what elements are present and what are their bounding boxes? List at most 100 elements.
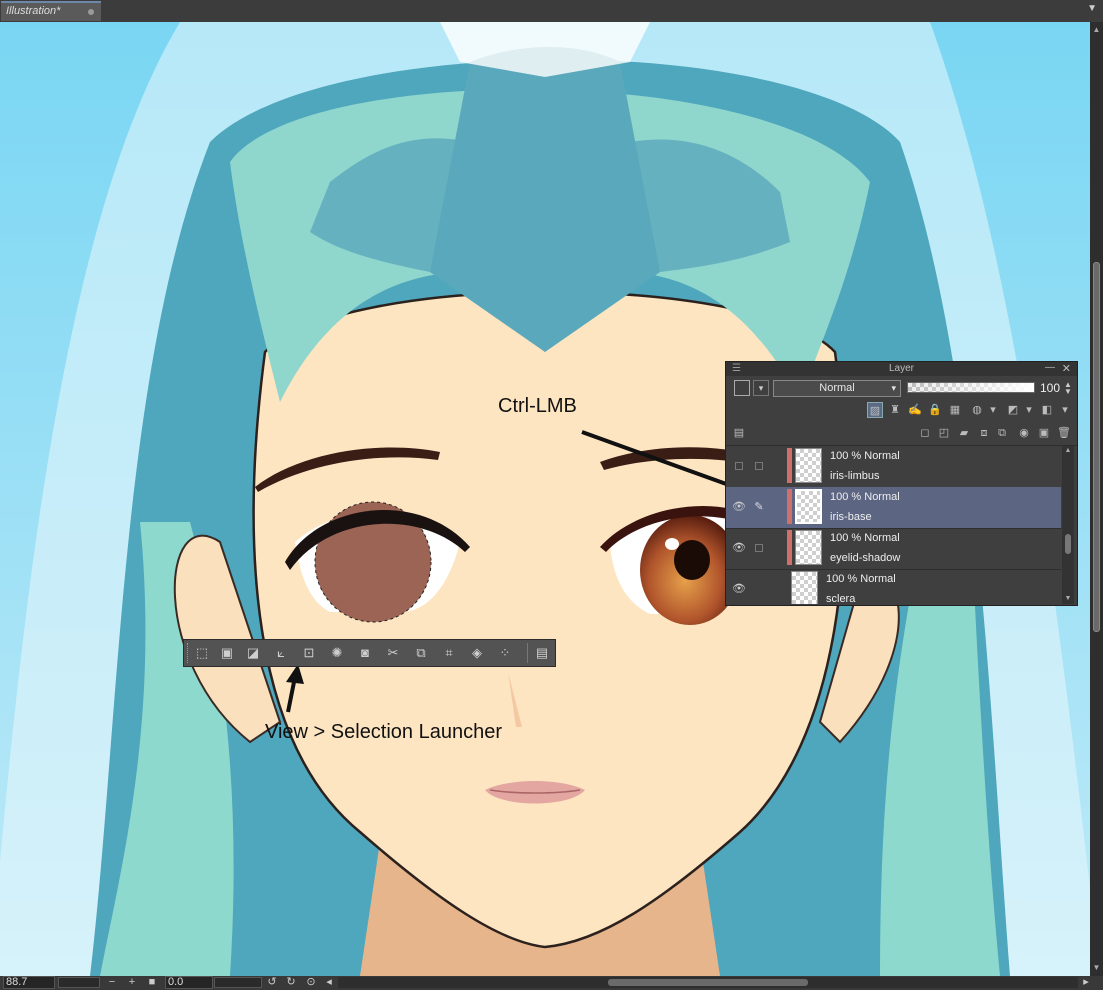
layer-row-iris-limbus[interactable]: 100 % Normal iris-limbus bbox=[726, 446, 1061, 488]
ctrl-lmb-annotation: Ctrl-LMB bbox=[498, 395, 577, 417]
crop-icon[interactable]: ⌗ bbox=[438, 643, 460, 663]
zoom-slider[interactable] bbox=[58, 977, 100, 988]
pencil-icon[interactable]: ✎ bbox=[753, 500, 765, 514]
chevron-down-icon[interactable]: ▾ bbox=[985, 402, 1001, 418]
rotate-right-icon[interactable]: ↻ bbox=[285, 976, 297, 989]
deselect-icon[interactable]: ⬚ bbox=[191, 643, 213, 663]
merge-down-icon[interactable]: ⧉ bbox=[994, 425, 1010, 441]
canvas-vertical-scrollbar[interactable]: ▲ ▼ bbox=[1090, 22, 1103, 976]
convert-to-selection-layer-icon[interactable]: ✺ bbox=[326, 643, 348, 663]
scroll-up-icon[interactable]: ▲ bbox=[1062, 446, 1074, 456]
new-folder-icon[interactable]: ▰ bbox=[956, 425, 972, 441]
layer-name: eyelid-shadow bbox=[830, 552, 901, 564]
edit-toggle[interactable] bbox=[755, 462, 763, 470]
status-bar: 88.7 − + ■ 0.0 ↺ ↻ ⊙ ◂ ▸ bbox=[0, 976, 1103, 990]
document-tab-title: Illustration* bbox=[6, 5, 61, 17]
border-selection-icon[interactable]: ◙ bbox=[354, 643, 376, 663]
zoom-out-icon[interactable]: − bbox=[106, 976, 118, 989]
chevron-down-icon[interactable]: ▾ bbox=[1057, 402, 1073, 418]
screentone-icon[interactable]: ⁘ bbox=[494, 643, 516, 663]
layer-row-eyelid-shadow[interactable]: 👁 100 % Normal eyelid-shadow bbox=[726, 528, 1061, 570]
window-menu-icon[interactable]: ▼ bbox=[1087, 3, 1097, 14]
layer-mode: 100 % Normal bbox=[830, 450, 900, 462]
layer-action-toolbar: ▤ ◻ ◰ ▰ ⧈ ⧉ ◉ ▣ 🗑 bbox=[726, 423, 1077, 446]
lock-icon[interactable]: 🔒 bbox=[927, 402, 943, 418]
launcher-settings-icon[interactable]: ▤ bbox=[531, 643, 553, 663]
copy-paste-icon[interactable]: ⧉ bbox=[410, 643, 432, 663]
layer-settings-icon[interactable]: ▤ bbox=[731, 425, 747, 441]
layer-row-iris-base[interactable]: 👁 ✎ 100 % Normal iris-base bbox=[726, 487, 1061, 529]
reference-layer-icon[interactable]: ♜ bbox=[887, 402, 903, 418]
new-raster-layer-icon[interactable]: ◻ bbox=[917, 425, 933, 441]
clipping-indicator bbox=[787, 530, 792, 565]
rotation-field[interactable]: 0.0 bbox=[165, 976, 213, 989]
expand-selection-icon[interactable]: ◪ bbox=[242, 643, 264, 663]
delete-layer-icon[interactable]: 🗑 bbox=[1056, 425, 1072, 441]
layer-mode: 100 % Normal bbox=[826, 573, 896, 585]
chevron-down-icon[interactable]: ▾ bbox=[753, 380, 769, 396]
zoom-in-icon[interactable]: + bbox=[126, 976, 138, 989]
zoom-field[interactable]: 88.7 bbox=[3, 976, 55, 989]
layer-panel-title: Layer bbox=[726, 362, 1077, 376]
scroll-right-icon[interactable]: ▸ bbox=[1080, 976, 1092, 989]
scroll-down-icon[interactable]: ▼ bbox=[1090, 962, 1103, 974]
layer-thumbnail bbox=[795, 448, 822, 483]
transfer-down-icon[interactable]: ⧈ bbox=[976, 425, 992, 441]
eye-icon[interactable]: 👁 bbox=[732, 541, 746, 555]
lock-transparency-icon[interactable]: ▦ bbox=[947, 402, 963, 418]
layer-mask-icon[interactable]: ◉ bbox=[1016, 425, 1032, 441]
layer-thumbnail bbox=[791, 571, 818, 604]
palette-color-icon[interactable]: ◩ bbox=[1005, 402, 1021, 418]
close-icon[interactable]: ✕ bbox=[1062, 362, 1071, 375]
layer-row-sclera[interactable]: 👁 100 % Normal sclera bbox=[726, 569, 1061, 604]
fill-icon[interactable]: ◈ bbox=[466, 643, 488, 663]
opacity-spinner-icon[interactable]: ▲ ▼ bbox=[1064, 381, 1072, 396]
edit-toggle[interactable] bbox=[755, 544, 763, 552]
shrink-selection-icon[interactable]: ⟀ bbox=[270, 643, 292, 663]
selection-launcher: ⬚ ▣ ◪ ⟀ ⊡ ✺ ◙ ✂ ⧉ ⌗ ◈ ⁘ ▤ bbox=[183, 639, 556, 667]
scroll-left-icon[interactable]: ◂ bbox=[323, 976, 335, 989]
layer-scroll-thumb[interactable] bbox=[1065, 534, 1071, 554]
canvas-horizontal-scrollbar[interactable] bbox=[338, 977, 1078, 988]
cut-paste-icon[interactable]: ✂ bbox=[382, 643, 404, 663]
chevron-down-icon[interactable]: ▾ bbox=[1021, 402, 1037, 418]
visibility-toggle[interactable] bbox=[735, 462, 743, 470]
scroll-up-icon[interactable]: ▲ bbox=[1090, 24, 1103, 36]
minimize-icon[interactable]: — bbox=[1045, 362, 1055, 373]
scroll-down-icon[interactable]: ▼ bbox=[1062, 594, 1074, 604]
rotate-left-icon[interactable]: ↺ bbox=[266, 976, 278, 989]
clip-to-layer-below-icon[interactable]: ▨ bbox=[867, 402, 883, 418]
layer-color-icon[interactable]: ◧ bbox=[1039, 402, 1055, 418]
layer-name: iris-base bbox=[830, 511, 872, 523]
panel-menu-icon[interactable]: ☰ bbox=[732, 363, 741, 374]
document-tab[interactable]: Illustration* bbox=[1, 1, 101, 21]
opacity-slider[interactable] bbox=[907, 382, 1035, 393]
new-vector-layer-icon[interactable]: ◰ bbox=[936, 425, 952, 441]
layer-list-scrollbar[interactable]: ▲ ▼ bbox=[1062, 446, 1074, 604]
layer-name: iris-limbus bbox=[830, 470, 880, 482]
reset-rotation-icon[interactable]: ⊙ bbox=[305, 976, 317, 989]
invert-selection-icon[interactable]: ▣ bbox=[216, 643, 238, 663]
clipping-indicator bbox=[787, 489, 792, 524]
snapshot-icon[interactable]: ▣ bbox=[1036, 425, 1052, 441]
eye-icon[interactable]: 👁 bbox=[732, 582, 746, 596]
document-tab-bar: Illustration* ▼ bbox=[0, 0, 1103, 23]
horizontal-scroll-thumb[interactable] bbox=[608, 979, 808, 986]
rotation-slider[interactable] bbox=[214, 977, 262, 988]
launcher-grip[interactable] bbox=[187, 643, 190, 663]
mask-icon[interactable]: ◍ bbox=[969, 402, 985, 418]
clipping-indicator bbox=[787, 448, 792, 483]
vertical-scroll-thumb[interactable] bbox=[1093, 262, 1100, 632]
close-tab-icon[interactable] bbox=[88, 9, 94, 15]
blend-mode-select[interactable]: Normal ▾ bbox=[773, 380, 901, 397]
blend-mode-value: Normal bbox=[819, 382, 855, 394]
transform-selection-icon[interactable]: ⊡ bbox=[298, 643, 320, 663]
eye-icon[interactable]: 👁 bbox=[732, 500, 746, 514]
layer-color-swatch[interactable] bbox=[734, 380, 750, 396]
layer-thumbnail bbox=[795, 530, 822, 565]
fit-view-icon[interactable]: ■ bbox=[146, 976, 158, 989]
layer-mode: 100 % Normal bbox=[830, 532, 900, 544]
draft-layer-icon[interactable]: ✍ bbox=[907, 402, 923, 418]
layer-list: 100 % Normal iris-limbus 👁 ✎ 100 % Norma… bbox=[726, 446, 1061, 604]
selection-launcher-annotation: View > Selection Launcher bbox=[265, 721, 503, 743]
